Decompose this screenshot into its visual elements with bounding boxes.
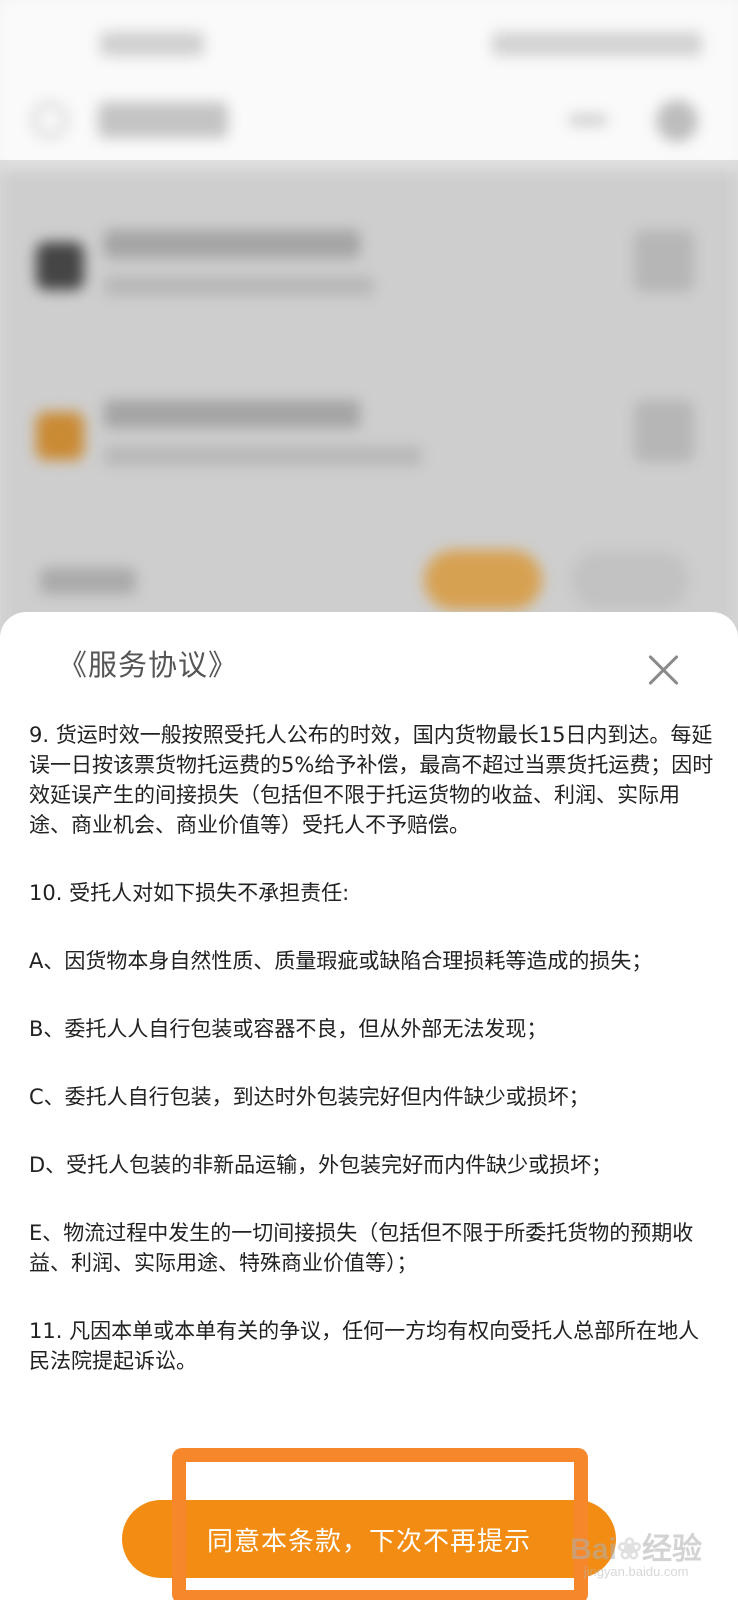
term-9: 9. 货运时效一般按照受托人公布的时效，国内货物最长15日内到达。每延误一日按该… (29, 723, 714, 837)
back-icon (32, 102, 68, 138)
service-agreement-sheet: 《服务协议》 9. 货运时效一般按照受托人公布的时效，国内货物最长15日内到达。… (0, 612, 738, 1600)
term-10-c: C、委托人自行包装，到达时外包装完好但内件缺少或损坏； (29, 1085, 590, 1109)
more-icon (568, 114, 608, 126)
terms-content[interactable]: 9. 货运时效一般按照受托人公布的时效，国内货物最长15日内到达。每延误一日按该… (29, 720, 719, 1440)
dim-overlay (0, 160, 738, 640)
app-header (0, 80, 738, 170)
status-time-blurred (100, 32, 204, 56)
status-bar (0, 0, 738, 80)
target-icon (656, 100, 698, 142)
agree-button-wrap: 同意本条款，下次不再提示 (122, 1500, 616, 1578)
agree-button[interactable]: 同意本条款，下次不再提示 (122, 1500, 616, 1578)
term-10-heading: 10. 受托人对如下损失不承担责任: (29, 881, 350, 905)
status-icons-blurred (492, 32, 702, 56)
term-10-d: D、受托人包装的非新品运输，外包装完好而内件缺少或损坏； (29, 1153, 613, 1177)
term-10-e: E、物流过程中发生的一切间接损失（包括但不限于所委托货物的预期收益、利润、实际用… (29, 1221, 694, 1275)
term-11: 11. 凡因本单或本单有关的争议，任何一方均有权向受托人总部所在地人民法院提起诉… (29, 1319, 700, 1373)
term-10-a: A、因货物本身自然性质、质量瑕疵或缺陷合理损耗等造成的损失； (29, 949, 653, 973)
header-title-blurred (98, 102, 228, 138)
close-icon[interactable] (646, 652, 682, 688)
sheet-title: 《服务协议》 (58, 648, 239, 682)
term-10-b: B、委托人人自行包装或容器不良，但从外部无法发现； (29, 1017, 548, 1041)
